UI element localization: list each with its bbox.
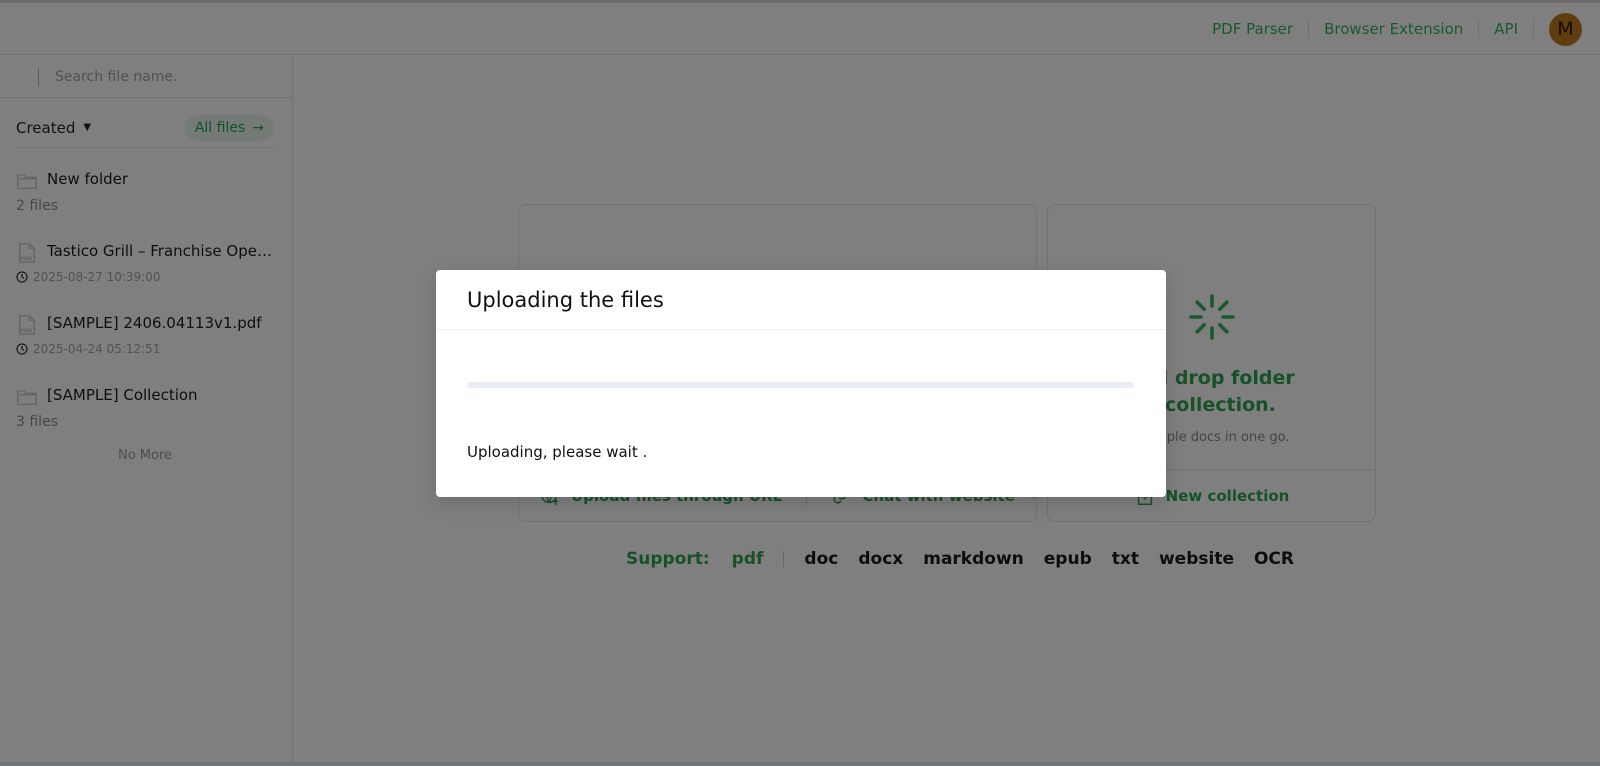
upload-status-text: Uploading, please wait . [467,443,648,461]
upload-progress-bar [467,382,1134,388]
upload-modal: Uploading the files Uploading, please wa… [436,270,1166,497]
modal-title: Uploading the files [436,270,1166,330]
